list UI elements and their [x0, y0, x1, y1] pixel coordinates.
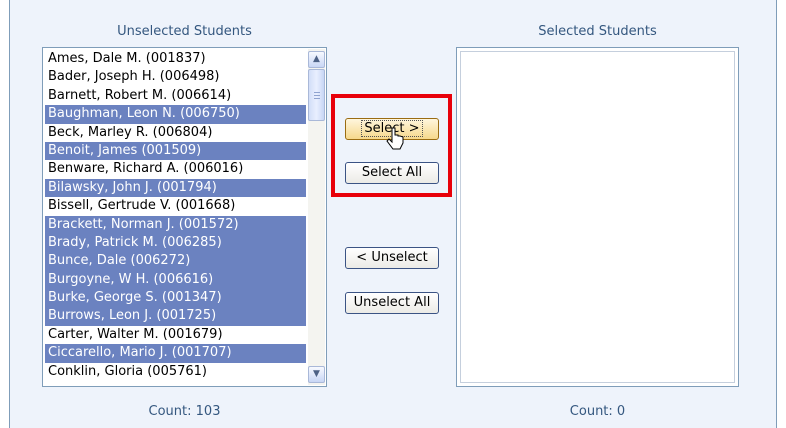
unselected-students-list[interactable]: Ames, Dale M. (001837) Bader, Joseph H. (…	[42, 47, 327, 387]
unselect-button[interactable]: < Unselect	[345, 247, 439, 269]
student-list-item[interactable]: Benoit, James (001509)	[45, 141, 306, 161]
student-list-item[interactable]: Bilawsky, John J. (001794)	[45, 178, 306, 198]
student-list-item[interactable]: Carter, Walter M. (001679)	[45, 326, 306, 344]
student-list-item[interactable]: Beck, Marley R. (006804)	[45, 124, 306, 142]
selected-count: Count: 0	[569, 404, 626, 419]
student-list-item[interactable]: Benware, Richard A. (006016)	[45, 160, 306, 178]
student-list-item[interactable]: Burgoyne, W H. (006616)	[45, 270, 306, 290]
selected-students-list[interactable]	[456, 47, 739, 387]
scrollbar-thumb[interactable]	[308, 69, 325, 121]
student-list-item[interactable]: Baughman, Leon N. (006750)	[45, 105, 306, 124]
student-items: Ames, Dale M. (001837) Bader, Joseph H. (…	[45, 50, 306, 381]
selected-list-area	[460, 51, 735, 383]
student-list-item[interactable]: Bunce, Dale (006272)	[45, 252, 306, 271]
student-list-item[interactable]: Bader, Joseph H. (006498)	[45, 68, 306, 86]
student-list-item[interactable]: Barnett, Robert M. (006614)	[45, 87, 306, 105]
chevron-down-icon[interactable]: ▼	[308, 366, 325, 383]
unselect-all-button[interactable]: Unselect All	[345, 292, 439, 314]
student-list-item[interactable]: Burke, George S. (001347)	[45, 289, 306, 308]
student-list-item[interactable]: Bissell, Gertrude V. (001668)	[45, 197, 306, 215]
student-list-item[interactable]: Brady, Patrick M. (006285)	[45, 233, 306, 253]
student-list-item[interactable]: Ames, Dale M. (001837)	[45, 50, 306, 68]
selected-students-title: Selected Students	[538, 24, 657, 39]
student-list-item[interactable]: Ciccarello, Mario J. (001707)	[45, 344, 306, 363]
chevron-up-icon[interactable]: ▲	[308, 51, 325, 68]
unselected-count: Count: 103	[148, 404, 221, 419]
hand-pointer-icon	[386, 127, 404, 150]
student-list-item[interactable]: Brackett, Norman J. (001572)	[45, 215, 306, 234]
list-scrollbar[interactable]: ▲ ▼	[308, 49, 325, 385]
student-list-item[interactable]: Conklin, Gloria (005761)	[45, 363, 306, 381]
unselected-students-title: Unselected Students	[117, 24, 252, 39]
student-list-item[interactable]: Burrows, Leon J. (001725)	[45, 307, 306, 326]
